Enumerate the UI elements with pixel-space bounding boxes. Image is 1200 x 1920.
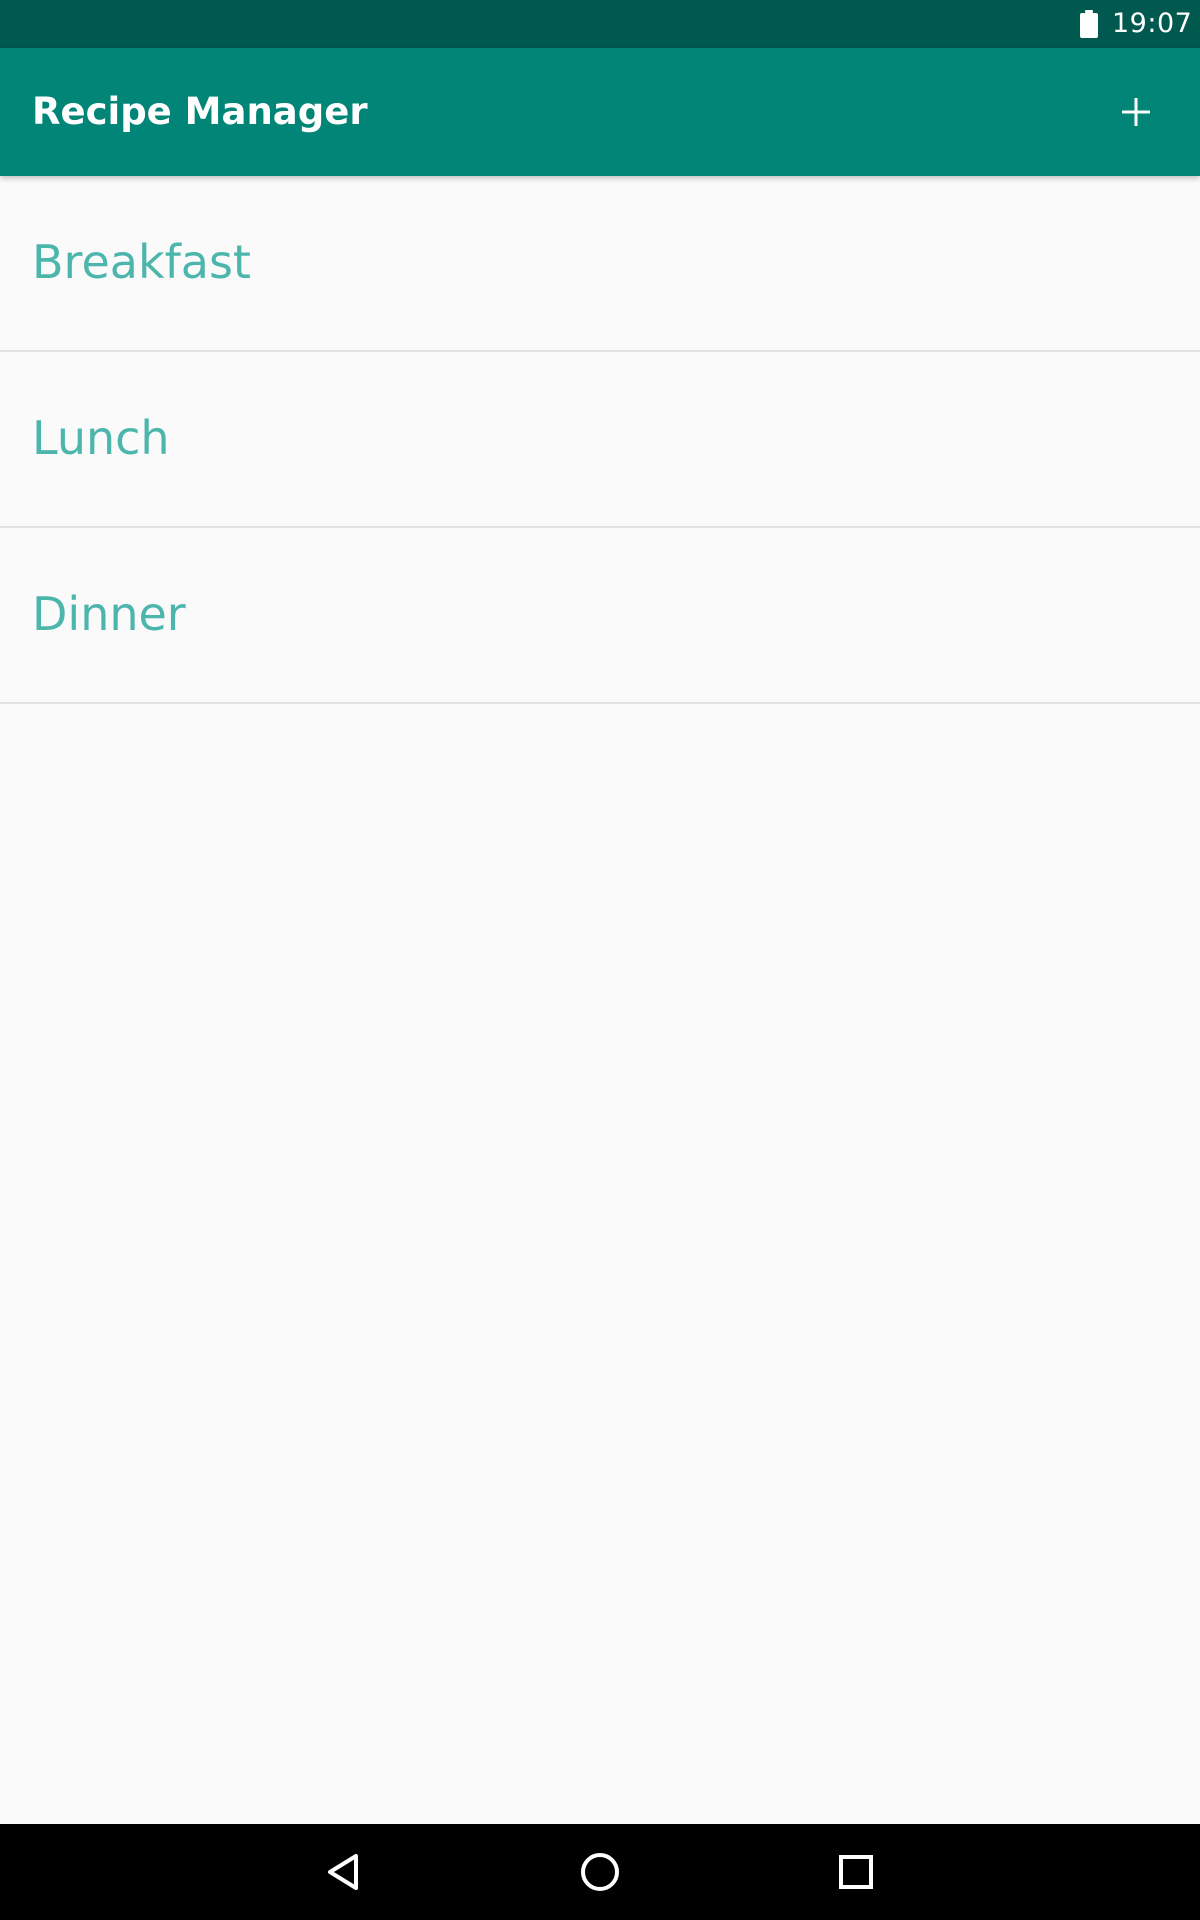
status-bar: 19:07 [0, 0, 1200, 48]
add-recipe-button[interactable] [1100, 84, 1172, 140]
home-circle-icon [581, 1853, 619, 1891]
recents-button[interactable] [820, 1836, 892, 1908]
list-item-breakfast[interactable]: Breakfast [0, 176, 1200, 352]
list-item-label: Breakfast [32, 235, 251, 289]
list-item-label: Dinner [32, 587, 186, 641]
list-item-label: Lunch [32, 411, 170, 465]
battery-full-icon [1080, 10, 1098, 38]
plus-icon [1122, 98, 1150, 126]
list-item-lunch[interactable]: Lunch [0, 352, 1200, 528]
app-title: Recipe Manager [32, 90, 368, 133]
app-bar: Recipe Manager [0, 48, 1200, 176]
status-time: 19:07 [1112, 8, 1193, 39]
home-button[interactable] [564, 1836, 636, 1908]
back-button[interactable] [308, 1836, 380, 1908]
back-triangle-icon [328, 1854, 358, 1890]
category-list: Breakfast Lunch Dinner [0, 176, 1200, 704]
navigation-bar [0, 1824, 1200, 1920]
recents-square-icon [839, 1855, 873, 1889]
list-item-dinner[interactable]: Dinner [0, 528, 1200, 704]
